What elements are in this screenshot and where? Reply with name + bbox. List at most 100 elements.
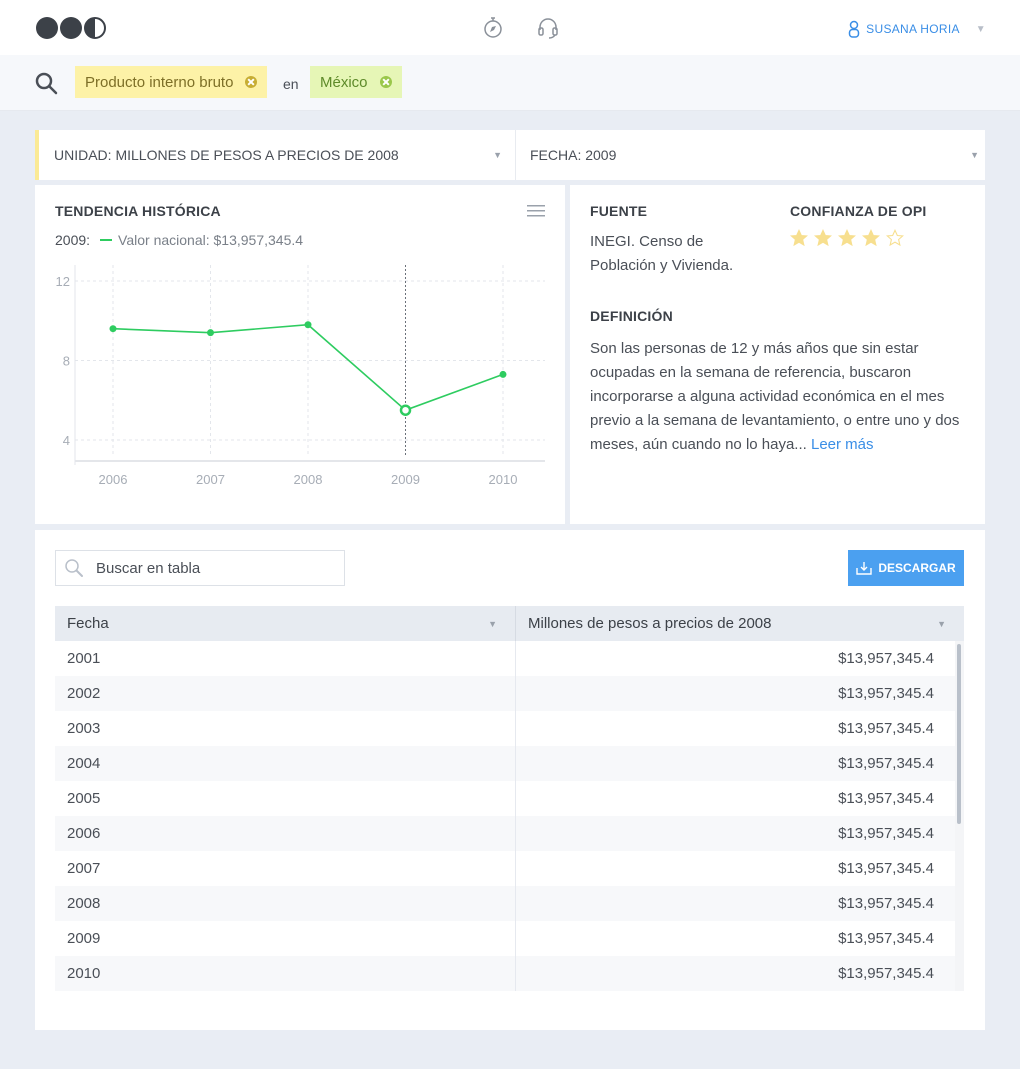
cell-date: 2009: [55, 921, 516, 956]
definition-body: Son las personas de 12 y más años que si…: [590, 340, 960, 453]
sort-icon[interactable]: ▼: [488, 619, 497, 629]
line-chart: 4 8 12 2006 2007 2008 2009 2010: [56, 265, 545, 487]
chart-title: TENDENCIA HISTÓRICA: [55, 203, 221, 219]
source-title: FUENTE: [590, 203, 648, 219]
x-tick-label: 2009: [391, 472, 420, 487]
y-tick-label: 4: [63, 433, 70, 448]
chevron-down-icon: ▼: [493, 150, 502, 160]
cell-value: $13,957,345.4: [838, 720, 934, 737]
sort-icon[interactable]: ▼: [937, 619, 946, 629]
compass-icon[interactable]: [482, 17, 504, 39]
download-icon: [856, 562, 873, 575]
cell-date: 2006: [55, 816, 516, 851]
cell-date: 2010: [55, 956, 516, 991]
definition-text: Son las personas de 12 y más años que si…: [590, 337, 965, 457]
cell-value: $13,957,345.4: [838, 930, 934, 947]
column-header-date[interactable]: Fecha ▼: [55, 606, 516, 641]
x-tick-label: 2006: [99, 472, 128, 487]
legend-line: [100, 239, 113, 241]
cell-value: $13,957,345.4: [838, 790, 934, 807]
table-row[interactable]: 2002 $13,957,345.4: [55, 676, 955, 711]
search-connector: en: [283, 76, 299, 92]
table-search[interactable]: [55, 550, 345, 586]
confidence-rating: [790, 229, 904, 247]
search-icon: [65, 559, 83, 577]
cell-date: 2005: [55, 781, 516, 816]
headset-icon[interactable]: [537, 17, 559, 39]
cell-date: 2008: [55, 886, 516, 921]
user-menu[interactable]: SUSANA HORIA ▼: [848, 20, 986, 38]
star-filled-icon: [862, 229, 880, 247]
definition-title: DEFINICIÓN: [590, 308, 673, 324]
search-bar: Producto interno bruto México: [0, 55, 1020, 111]
chevron-down-icon: ▼: [970, 150, 979, 160]
table-row[interactable]: 2003 $13,957,345.4: [55, 711, 955, 746]
download-label: DESCARGAR: [878, 561, 956, 575]
search-chip-location[interactable]: México: [310, 66, 402, 98]
data-point[interactable]: [207, 329, 214, 337]
user-name: SUSANA HORIA: [866, 22, 960, 36]
scrollbar-thumb[interactable]: [957, 644, 961, 824]
cell-date: 2004: [55, 746, 516, 781]
cell-date: 2003: [55, 711, 516, 746]
cell-value: $13,957,345.4: [838, 650, 934, 667]
user-icon: [848, 20, 860, 38]
search-icon[interactable]: [34, 71, 58, 95]
column-label: Fecha: [67, 615, 109, 632]
table-row[interactable]: 2010 $13,957,345.4: [55, 956, 955, 991]
table-row[interactable]: 2004 $13,957,345.4: [55, 746, 955, 781]
table-row[interactable]: 2005 $13,957,345.4: [55, 781, 955, 816]
cell-value: $13,957,345.4: [838, 685, 934, 702]
table-row[interactable]: 2008 $13,957,345.4: [55, 886, 955, 921]
table-row[interactable]: 2009 $13,957,345.4: [55, 921, 955, 956]
menu-icon[interactable]: [527, 205, 545, 217]
chevron-down-icon[interactable]: ▼: [976, 24, 986, 35]
chip-label: Producto interno bruto: [85, 73, 234, 91]
cell-date: 2001: [55, 641, 516, 676]
logo[interactable]: [35, 16, 107, 40]
read-more-link[interactable]: Leer más: [811, 436, 874, 453]
legend-label: Valor nacional: $13,957,345.4: [118, 232, 304, 248]
top-bar: SUSANA HORIA ▼: [0, 0, 1020, 55]
star-filled-icon: [790, 229, 808, 247]
date-select[interactable]: FECHA: 2009 ▼: [515, 130, 989, 180]
legend-year: 2009:: [55, 232, 91, 248]
data-point[interactable]: [304, 321, 312, 329]
y-tick-label: 8: [63, 354, 70, 369]
star-filled-icon: [838, 229, 856, 247]
unit-select-value: UNIDAD: MILLONES DE PESOS A PRECIOS DE 2…: [54, 147, 399, 163]
cell-value: $13,957,345.4: [838, 860, 934, 877]
cell-value: $13,957,345.4: [838, 755, 934, 772]
table-row[interactable]: 2006 $13,957,345.4: [55, 816, 955, 851]
cell-value: $13,957,345.4: [838, 965, 934, 982]
unit-select[interactable]: UNIDAD: MILLONES DE PESOS A PRECIOS DE 2…: [54, 130, 512, 180]
cell-value: $13,957,345.4: [838, 895, 934, 912]
cell-value: $13,957,345.4: [838, 825, 934, 842]
x-tick-label: 2007: [196, 472, 225, 487]
star-empty-icon: [886, 229, 904, 247]
date-select-value: FECHA: 2009: [530, 147, 617, 163]
table-search-input[interactable]: [94, 558, 338, 578]
remove-chip-icon[interactable]: [245, 76, 258, 88]
search-chip-indicator[interactable]: Producto interno bruto: [75, 66, 268, 98]
column-label: Millones de pesos a precios de 2008: [528, 615, 772, 632]
x-tick-label: 2010: [489, 472, 518, 487]
data-table-card: DESCARGAR Fecha ▼ Millones de pesos a pr…: [35, 530, 985, 1030]
x-tick-label: 2008: [294, 472, 323, 487]
download-button[interactable]: DESCARGAR: [848, 550, 964, 586]
data-point[interactable]: [499, 370, 507, 378]
table-header: Fecha ▼ Millones de pesos a precios de 2…: [55, 606, 964, 641]
table-row[interactable]: 2001 $13,957,345.4: [55, 641, 955, 676]
y-tick-label: 12: [56, 274, 70, 289]
cell-date: 2002: [55, 676, 516, 711]
table-scrollbar[interactable]: [955, 641, 964, 991]
chip-label: México: [320, 73, 368, 91]
info-card: FUENTE CONFIANZA DE OPI INEGI. Censo de …: [570, 185, 985, 524]
historical-trend-card: TENDENCIA HISTÓRICA 2009: Valor nacional…: [35, 185, 565, 524]
data-point[interactable]: [109, 325, 117, 333]
table-row[interactable]: 2007 $13,957,345.4: [55, 851, 955, 886]
source-text: INEGI. Censo de Población y Vivienda.: [590, 233, 734, 274]
column-header-value[interactable]: Millones de pesos a precios de 2008 ▼: [516, 606, 964, 641]
data-point-highlighted[interactable]: [399, 404, 412, 416]
remove-chip-icon[interactable]: [379, 76, 392, 88]
